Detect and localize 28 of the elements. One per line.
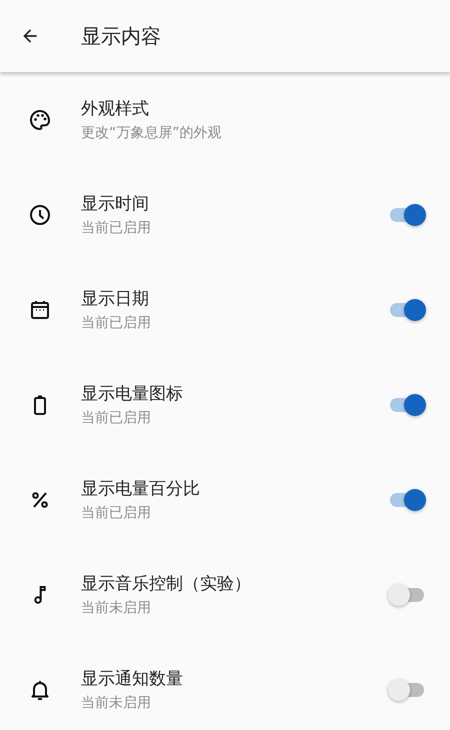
settings-row[interactable]: 显示通知数量 当前未启用 — [0, 642, 450, 730]
toggle-switch[interactable] — [388, 202, 428, 228]
setting-status: 当前已启用 — [81, 219, 152, 237]
setting-title: 显示时间 — [81, 193, 150, 215]
settings-row[interactable]: 显示日期 当前已启用 — [0, 262, 450, 357]
toggle-switch[interactable] — [388, 486, 428, 512]
setting-status: 当前已启用 — [81, 409, 152, 427]
setting-title: 显示电量图标 — [81, 383, 184, 405]
setting-title: 显示音乐控制（实验） — [81, 573, 252, 595]
screen-title: 显示内容 — [81, 22, 161, 50]
toggle-switch[interactable] — [388, 392, 428, 418]
setting-title: 显示通知数量 — [81, 668, 184, 690]
settings-row[interactable]: 显示音乐控制（实验） 当前未启用 — [0, 547, 450, 642]
setting-title: 显示日期 — [81, 288, 150, 310]
setting-status: 当前未启用 — [81, 599, 152, 617]
setting-status: 当前已启用 — [81, 314, 152, 332]
settings-row[interactable]: 显示电量百分比 当前已启用 — [0, 452, 450, 547]
settings-row[interactable]: 显示电量图标 当前已启用 — [0, 357, 450, 452]
setting-status: 当前已启用 — [81, 504, 152, 522]
setting-status: 当前未启用 — [81, 694, 152, 712]
setting-title: 外观样式 — [81, 98, 150, 120]
setting-title: 显示电量百分比 — [81, 478, 201, 500]
palette-icon — [28, 108, 52, 132]
settings-row[interactable]: 显示时间 当前已启用 — [0, 167, 450, 262]
clock-icon — [28, 202, 52, 226]
settings-row[interactable]: 外观样式 更改“万象息屏”的外观 — [0, 72, 450, 167]
toggle-switch[interactable] — [388, 296, 428, 322]
setting-status: 更改“万象息屏”的外观 — [81, 124, 223, 142]
